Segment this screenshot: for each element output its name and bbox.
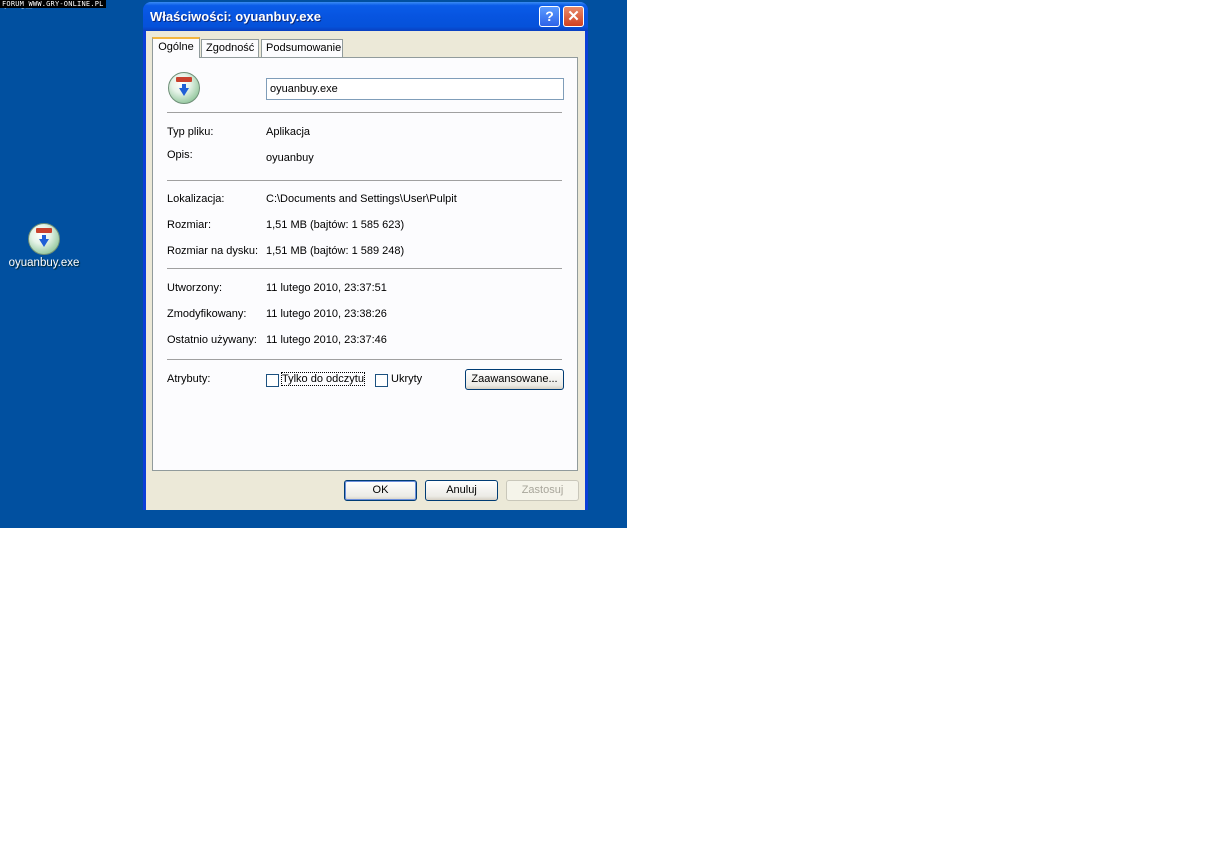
description-label: Opis: [167,149,193,161]
advanced-button[interactable]: Zaawansowane... [465,369,564,390]
hidden-checkbox[interactable] [375,374,388,387]
general-tab-panel: Typ pliku: Aplikacja Opis: oyuanbuy Loka… [152,57,578,471]
file-name-input[interactable] [266,78,564,100]
size-label: Rozmiar: [167,219,212,231]
apply-button[interactable]: Zastosuj [506,480,579,501]
forum-watermark: FORUM WWW.GRY-ONLINE.PL [0,0,106,8]
tab-compatibility[interactable]: Zgodność [201,39,259,57]
description-value: oyuanbuy [266,152,314,164]
separator [167,268,562,269]
window-title: Właściwości: oyuanbuy.exe [150,9,321,24]
properties-dialog: Właściwości: oyuanbuy.exe ? ✕ Ogólne Zgo… [143,2,588,510]
title-bar[interactable]: Właściwości: oyuanbuy.exe ? ✕ [143,2,588,31]
location-label: Lokalizacja: [167,193,225,205]
tab-summary[interactable]: Podsumowanie [261,39,343,57]
modified-label: Zmodyfikowany: [167,308,247,320]
created-label: Utworzony: [167,282,223,294]
hidden-label[interactable]: Ukryty [391,373,422,385]
dialog-client-area: Ogólne Zgodność Podsumowanie Typ pliku: … [146,31,585,510]
close-button[interactable]: ✕ [563,6,584,27]
created-value: 11 lutego 2010, 23:37:51 [266,282,387,294]
help-button[interactable]: ? [539,6,560,27]
file-type-value: Aplikacja [266,126,311,138]
location-value: C:\Documents and Settings\User\Pulpit [266,193,457,205]
readonly-label[interactable]: Tylko do odczytu [281,372,365,386]
tab-general[interactable]: Ogólne [152,37,200,58]
size-on-disk-value: 1,51 MB (bajtów: 1 589 248) [266,245,405,257]
modified-value: 11 lutego 2010, 23:38:26 [266,308,387,320]
desktop-file-icon[interactable]: oyuanbuy.exe [4,223,84,269]
cancel-button[interactable]: Anuluj [425,480,498,501]
size-value: 1,51 MB (bajtów: 1 585 623) [266,219,405,231]
size-on-disk-label: Rozmiar na dysku: [167,245,259,257]
separator [167,112,562,113]
application-icon [28,223,60,255]
file-type-label: Typ pliku: [167,126,214,138]
accessed-label: Ostatnio używany: [167,334,257,346]
desktop: prog_aroracdc FORUM WWW.GRY-ONLINE.PL oy… [0,0,627,528]
file-type-icon [168,72,200,104]
desktop-file-label[interactable]: oyuanbuy.exe [4,257,84,269]
ok-button[interactable]: OK [344,480,417,501]
attributes-label: Atrybuty: [167,373,211,385]
separator [167,359,562,360]
separator [167,180,562,181]
help-icon: ? [545,8,554,24]
close-icon: ✕ [567,8,580,25]
accessed-value: 11 lutego 2010, 23:37:46 [266,334,387,346]
readonly-checkbox[interactable] [266,374,279,387]
